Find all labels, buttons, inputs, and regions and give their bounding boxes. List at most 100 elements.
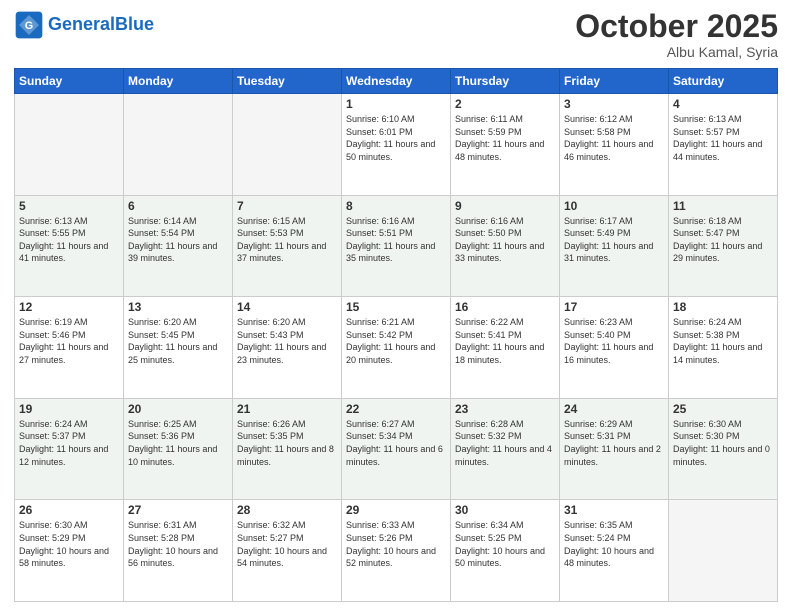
day-number: 23 [455, 402, 555, 416]
day-number: 25 [673, 402, 773, 416]
day-number: 4 [673, 97, 773, 111]
table-row [124, 94, 233, 196]
table-row: 3 Sunrise: 6:12 AMSunset: 5:58 PMDayligh… [560, 94, 669, 196]
day-number: 26 [19, 503, 119, 517]
day-info: Sunrise: 6:24 AMSunset: 5:38 PMDaylight:… [673, 316, 773, 366]
day-info: Sunrise: 6:32 AMSunset: 5:27 PMDaylight:… [237, 519, 337, 569]
day-info: Sunrise: 6:12 AMSunset: 5:58 PMDaylight:… [564, 113, 664, 163]
day-info: Sunrise: 6:23 AMSunset: 5:40 PMDaylight:… [564, 316, 664, 366]
day-number: 15 [346, 300, 446, 314]
day-number: 18 [673, 300, 773, 314]
table-row: 18 Sunrise: 6:24 AMSunset: 5:38 PMDaylig… [669, 297, 778, 399]
table-row: 11 Sunrise: 6:18 AMSunset: 5:47 PMDaylig… [669, 195, 778, 297]
table-row: 9 Sunrise: 6:16 AMSunset: 5:50 PMDayligh… [451, 195, 560, 297]
day-info: Sunrise: 6:14 AMSunset: 5:54 PMDaylight:… [128, 215, 228, 265]
table-row: 8 Sunrise: 6:16 AMSunset: 5:51 PMDayligh… [342, 195, 451, 297]
day-info: Sunrise: 6:22 AMSunset: 5:41 PMDaylight:… [455, 316, 555, 366]
table-row: 26 Sunrise: 6:30 AMSunset: 5:29 PMDaylig… [15, 500, 124, 602]
table-row: 6 Sunrise: 6:14 AMSunset: 5:54 PMDayligh… [124, 195, 233, 297]
table-row: 29 Sunrise: 6:33 AMSunset: 5:26 PMDaylig… [342, 500, 451, 602]
table-row: 22 Sunrise: 6:27 AMSunset: 5:34 PMDaylig… [342, 398, 451, 500]
day-info: Sunrise: 6:18 AMSunset: 5:47 PMDaylight:… [673, 215, 773, 265]
svg-text:G: G [25, 20, 33, 32]
table-row: 5 Sunrise: 6:13 AMSunset: 5:55 PMDayligh… [15, 195, 124, 297]
day-info: Sunrise: 6:19 AMSunset: 5:46 PMDaylight:… [19, 316, 119, 366]
day-number: 27 [128, 503, 228, 517]
day-number: 6 [128, 199, 228, 213]
table-row: 28 Sunrise: 6:32 AMSunset: 5:27 PMDaylig… [233, 500, 342, 602]
table-row: 23 Sunrise: 6:28 AMSunset: 5:32 PMDaylig… [451, 398, 560, 500]
col-sunday: Sunday [15, 69, 124, 94]
table-row: 27 Sunrise: 6:31 AMSunset: 5:28 PMDaylig… [124, 500, 233, 602]
day-info: Sunrise: 6:17 AMSunset: 5:49 PMDaylight:… [564, 215, 664, 265]
table-row: 25 Sunrise: 6:30 AMSunset: 5:30 PMDaylig… [669, 398, 778, 500]
logo: G GeneralBlue [14, 10, 154, 40]
day-number: 1 [346, 97, 446, 111]
table-row: 1 Sunrise: 6:10 AMSunset: 6:01 PMDayligh… [342, 94, 451, 196]
day-number: 12 [19, 300, 119, 314]
day-number: 13 [128, 300, 228, 314]
day-info: Sunrise: 6:30 AMSunset: 5:29 PMDaylight:… [19, 519, 119, 569]
day-info: Sunrise: 6:10 AMSunset: 6:01 PMDaylight:… [346, 113, 446, 163]
title-month: October 2025 [575, 10, 778, 42]
day-number: 5 [19, 199, 119, 213]
col-thursday: Thursday [451, 69, 560, 94]
day-info: Sunrise: 6:13 AMSunset: 5:55 PMDaylight:… [19, 215, 119, 265]
day-number: 24 [564, 402, 664, 416]
header: G GeneralBlue October 2025 Albu Kamal, S… [14, 10, 778, 60]
table-row: 13 Sunrise: 6:20 AMSunset: 5:45 PMDaylig… [124, 297, 233, 399]
day-number: 31 [564, 503, 664, 517]
table-row [669, 500, 778, 602]
day-info: Sunrise: 6:31 AMSunset: 5:28 PMDaylight:… [128, 519, 228, 569]
day-number: 14 [237, 300, 337, 314]
day-number: 8 [346, 199, 446, 213]
table-row: 24 Sunrise: 6:29 AMSunset: 5:31 PMDaylig… [560, 398, 669, 500]
day-number: 22 [346, 402, 446, 416]
logo-general: GeneralBlue [48, 15, 154, 35]
logo-icon: G [14, 10, 44, 40]
day-number: 9 [455, 199, 555, 213]
table-row: 16 Sunrise: 6:22 AMSunset: 5:41 PMDaylig… [451, 297, 560, 399]
day-info: Sunrise: 6:24 AMSunset: 5:37 PMDaylight:… [19, 418, 119, 468]
day-info: Sunrise: 6:11 AMSunset: 5:59 PMDaylight:… [455, 113, 555, 163]
day-info: Sunrise: 6:21 AMSunset: 5:42 PMDaylight:… [346, 316, 446, 366]
day-info: Sunrise: 6:35 AMSunset: 5:24 PMDaylight:… [564, 519, 664, 569]
title-location: Albu Kamal, Syria [575, 44, 778, 60]
day-number: 3 [564, 97, 664, 111]
day-info: Sunrise: 6:29 AMSunset: 5:31 PMDaylight:… [564, 418, 664, 468]
table-row: 20 Sunrise: 6:25 AMSunset: 5:36 PMDaylig… [124, 398, 233, 500]
day-info: Sunrise: 6:30 AMSunset: 5:30 PMDaylight:… [673, 418, 773, 468]
calendar-table: Sunday Monday Tuesday Wednesday Thursday… [14, 68, 778, 602]
day-number: 20 [128, 402, 228, 416]
table-row: 21 Sunrise: 6:26 AMSunset: 5:35 PMDaylig… [233, 398, 342, 500]
day-info: Sunrise: 6:20 AMSunset: 5:43 PMDaylight:… [237, 316, 337, 366]
col-tuesday: Tuesday [233, 69, 342, 94]
day-info: Sunrise: 6:27 AMSunset: 5:34 PMDaylight:… [346, 418, 446, 468]
day-number: 30 [455, 503, 555, 517]
day-info: Sunrise: 6:20 AMSunset: 5:45 PMDaylight:… [128, 316, 228, 366]
day-info: Sunrise: 6:25 AMSunset: 5:36 PMDaylight:… [128, 418, 228, 468]
table-row: 31 Sunrise: 6:35 AMSunset: 5:24 PMDaylig… [560, 500, 669, 602]
day-info: Sunrise: 6:28 AMSunset: 5:32 PMDaylight:… [455, 418, 555, 468]
page: G GeneralBlue October 2025 Albu Kamal, S… [0, 0, 792, 612]
table-row: 15 Sunrise: 6:21 AMSunset: 5:42 PMDaylig… [342, 297, 451, 399]
table-row: 14 Sunrise: 6:20 AMSunset: 5:43 PMDaylig… [233, 297, 342, 399]
day-info: Sunrise: 6:26 AMSunset: 5:35 PMDaylight:… [237, 418, 337, 468]
day-number: 29 [346, 503, 446, 517]
table-row: 10 Sunrise: 6:17 AMSunset: 5:49 PMDaylig… [560, 195, 669, 297]
day-number: 19 [19, 402, 119, 416]
table-row [15, 94, 124, 196]
table-row: 2 Sunrise: 6:11 AMSunset: 5:59 PMDayligh… [451, 94, 560, 196]
day-number: 28 [237, 503, 337, 517]
table-row: 7 Sunrise: 6:15 AMSunset: 5:53 PMDayligh… [233, 195, 342, 297]
title-block: October 2025 Albu Kamal, Syria [575, 10, 778, 60]
col-friday: Friday [560, 69, 669, 94]
day-number: 11 [673, 199, 773, 213]
logo-text: GeneralBlue [48, 15, 154, 35]
table-row: 4 Sunrise: 6:13 AMSunset: 5:57 PMDayligh… [669, 94, 778, 196]
day-info: Sunrise: 6:16 AMSunset: 5:51 PMDaylight:… [346, 215, 446, 265]
day-info: Sunrise: 6:33 AMSunset: 5:26 PMDaylight:… [346, 519, 446, 569]
day-number: 2 [455, 97, 555, 111]
col-monday: Monday [124, 69, 233, 94]
day-number: 16 [455, 300, 555, 314]
